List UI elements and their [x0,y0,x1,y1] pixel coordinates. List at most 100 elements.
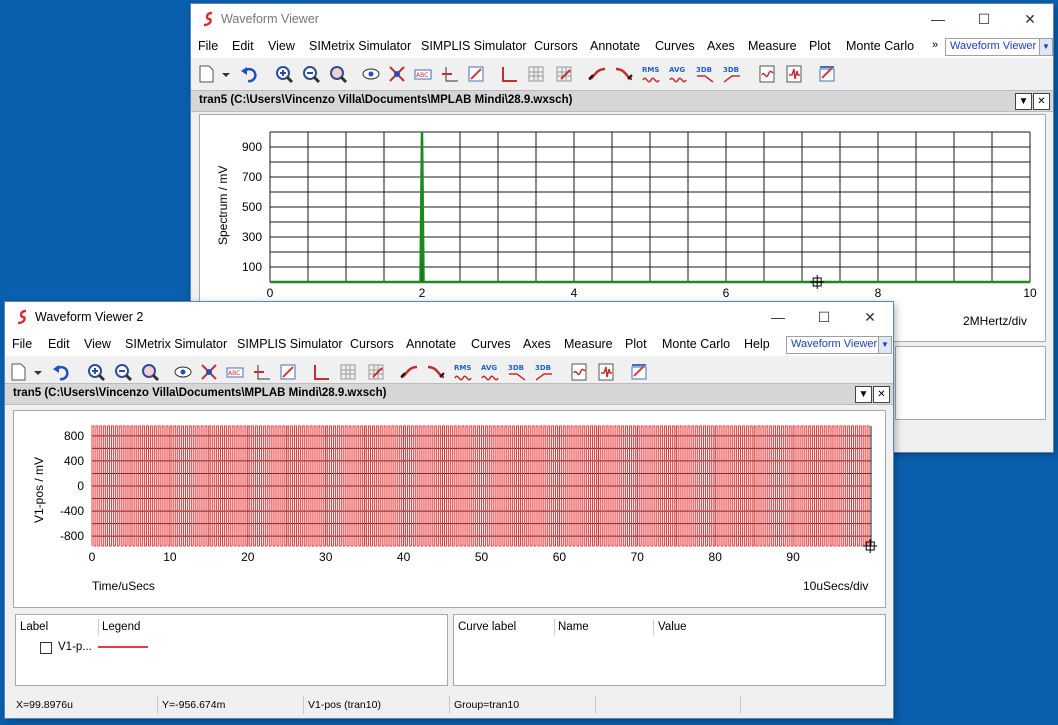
zoom-fit-icon[interactable] [327,63,349,85]
maximize-button[interactable]: ☐ [961,4,1007,34]
menu-edit[interactable]: Edit [48,337,70,351]
hide-curve-icon[interactable] [198,361,220,383]
tab-menu-button[interactable]: ▼ [1015,93,1032,110]
graph-settings-icon[interactable] [816,63,838,85]
menu-monte-carlo[interactable]: Monte Carlo [846,39,914,53]
rise-measure-icon[interactable] [398,361,420,383]
add-marker-icon[interactable] [252,361,274,383]
tab-menu-button[interactable]: ▼ [855,386,872,403]
graph-tab-title[interactable]: tran5 (C:\Users\Vincenzo Villa\Documents… [13,387,386,399]
menu-file[interactable]: File [198,39,218,53]
hide-curve-icon[interactable] [386,63,408,85]
show-curve-icon[interactable] [360,63,382,85]
window-selector-combo[interactable]: Waveform Viewer ▼ [786,336,892,354]
legend-col-legend: Legend [102,621,141,633]
zoom-in-icon[interactable] [85,361,107,383]
voltage-chart[interactable]: 800 400 0 -400 -800 0 10 20 30 40 50 60 70 80 90 [14,411,885,607]
3db-high-icon[interactable]: 3DB [506,361,528,383]
menu-cursors[interactable]: Cursors [350,337,394,351]
avg-icon[interactable]: AVG [667,63,689,85]
grid-edit-icon[interactable] [553,63,575,85]
3db-low-icon[interactable]: 3DB [721,63,743,85]
edit-curve-icon[interactable] [277,361,299,383]
dropdown-icon[interactable] [27,361,49,383]
graph-settings-icon[interactable] [628,361,650,383]
menu-axes[interactable]: Axes [523,337,551,351]
zoom-fit-icon[interactable] [139,361,161,383]
menu-monte-carlo[interactable]: Monte Carlo [662,337,730,351]
menu-simetrix-simulator[interactable]: SIMetrix Simulator [309,39,411,53]
axes-icon[interactable] [310,361,332,383]
tab-close-button[interactable]: ✕ [873,386,890,403]
add-label-icon[interactable]: ABC [224,361,246,383]
legend-col-divider [98,619,99,635]
rms-icon[interactable]: RMS [640,63,662,85]
new-graph-icon[interactable] [756,63,778,85]
menu-overflow-button[interactable]: » [932,39,938,51]
close-button[interactable]: ✕ [1007,4,1053,34]
menu-curves[interactable]: Curves [655,39,695,53]
zoom-in-icon[interactable] [273,63,295,85]
edit-curve-icon[interactable] [465,63,487,85]
avg-icon[interactable]: AVG [479,361,501,383]
menu-annotate[interactable]: Annotate [406,337,456,351]
menu-file[interactable]: File [12,337,32,351]
title-bar[interactable]: Waveform Viewer — ☐ ✕ [191,4,1053,34]
undo-icon[interactable] [51,361,73,383]
new-file-icon[interactable] [7,361,29,383]
grid-icon[interactable] [337,361,359,383]
add-label-icon[interactable]: ABC [412,63,434,85]
show-curve-icon[interactable] [172,361,194,383]
menu-cursors[interactable]: Cursors [534,39,578,53]
menu-simplis-simulator[interactable]: SIMPLIS Simulator [237,337,343,351]
menu-plot[interactable]: Plot [809,39,831,53]
y-axis-label: V1-pos / mV [32,456,46,523]
fall-measure-icon[interactable] [425,361,447,383]
menu-annotate[interactable]: Annotate [590,39,640,53]
curve-col-divider [554,619,555,635]
fall-measure-icon[interactable] [613,63,635,85]
menu-view[interactable]: View [84,337,111,351]
window-selector-combo[interactable]: Waveform Viewer ▼ [945,38,1053,56]
chevron-down-icon[interactable]: ▼ [878,337,891,353]
tab-close-button[interactable]: ✕ [1033,93,1050,110]
undo-icon[interactable] [239,63,261,85]
title-bar[interactable]: Waveform Viewer 2 — ☐ ✕ [5,302,893,332]
menu-view[interactable]: View [268,39,295,53]
menu-edit[interactable]: Edit [232,39,254,53]
fft-icon[interactable] [783,63,805,85]
menu-plot[interactable]: Plot [625,337,647,351]
menu-measure[interactable]: Measure [564,337,613,351]
minimize-button[interactable]: — [755,302,801,332]
svg-text:ABC: ABC [228,370,240,377]
axes-icon[interactable] [498,63,520,85]
3db-high-icon[interactable]: 3DB [694,63,716,85]
menu-help[interactable]: Help [744,337,770,351]
status-separator [303,696,304,714]
menu-curves[interactable]: Curves [471,337,511,351]
status-group: Group=tran10 [454,699,520,711]
3db-low-icon[interactable]: 3DB [533,361,555,383]
menu-simetrix-simulator[interactable]: SIMetrix Simulator [125,337,227,351]
menu-axes[interactable]: Axes [707,39,735,53]
menu-simplis-simulator[interactable]: SIMPLIS Simulator [421,39,527,53]
maximize-button[interactable]: ☐ [801,302,847,332]
window-title: Waveform Viewer 2 [35,310,144,324]
new-graph-icon[interactable] [568,361,590,383]
rise-measure-icon[interactable] [586,63,608,85]
grid-edit-icon[interactable] [365,361,387,383]
zoom-out-icon[interactable] [112,361,134,383]
minimize-button[interactable]: — [915,4,961,34]
graph-tab-title[interactable]: tran5 (C:\Users\Vincenzo Villa\Documents… [199,94,572,106]
grid-icon[interactable] [525,63,547,85]
legend-checkbox[interactable] [40,642,52,654]
menu-measure[interactable]: Measure [748,39,797,53]
new-file-icon[interactable] [195,63,217,85]
dropdown-icon[interactable] [215,63,237,85]
fft-icon[interactable] [595,361,617,383]
add-marker-icon[interactable] [440,63,462,85]
zoom-out-icon[interactable] [300,63,322,85]
close-button[interactable]: ✕ [847,302,893,332]
chevron-down-icon[interactable]: ▼ [1039,39,1052,55]
rms-icon[interactable]: RMS [452,361,474,383]
